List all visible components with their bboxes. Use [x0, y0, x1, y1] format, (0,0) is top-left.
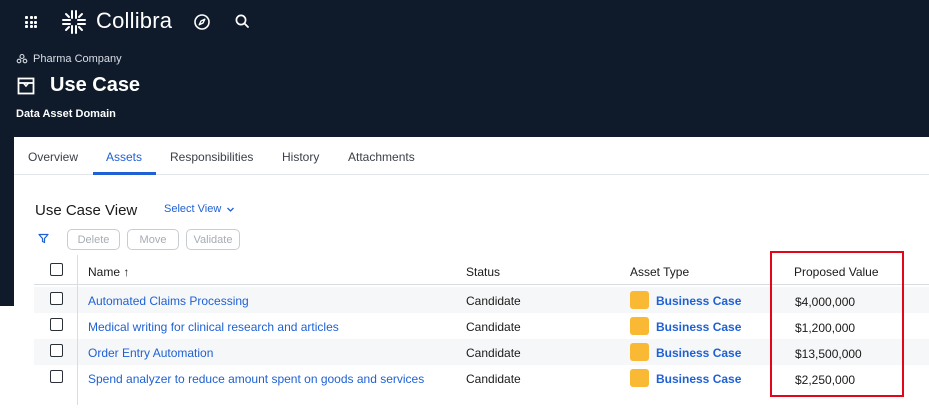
asset-status: Candidate: [466, 294, 521, 308]
compass-icon[interactable]: [193, 13, 211, 31]
breadcrumb[interactable]: Pharma Company: [16, 53, 122, 65]
business-case-icon: [630, 343, 649, 361]
row-checkbox[interactable]: [50, 370, 63, 383]
column-header-status[interactable]: Status: [466, 265, 500, 279]
search-icon[interactable]: [234, 13, 251, 30]
asset-status: Candidate: [466, 346, 521, 360]
proposed-value-highlight-box: [770, 251, 904, 397]
asset-type-link[interactable]: Business Case: [656, 320, 741, 334]
business-case-icon: [630, 291, 649, 309]
collibra-logo-icon[interactable]: [61, 9, 87, 35]
select-view-dropdown[interactable]: Select View: [164, 203, 235, 215]
column-header-asset-type[interactable]: Asset Type: [630, 265, 689, 279]
tab-responsibilities[interactable]: Responsibilities: [170, 150, 253, 164]
business-case-icon: [630, 317, 649, 335]
delete-button[interactable]: Delete: [67, 229, 120, 250]
asset-type-link[interactable]: Business Case: [656, 372, 741, 386]
move-button[interactable]: Move: [127, 229, 179, 250]
checkbox-column-divider: [77, 255, 78, 405]
asset-type-link[interactable]: Business Case: [656, 346, 741, 360]
tab-bar: Overview Assets Responsibilities History…: [14, 137, 929, 175]
tab-attachments[interactable]: Attachments: [348, 150, 415, 164]
asset-name-link[interactable]: Order Entry Automation: [88, 346, 213, 360]
asset-status: Candidate: [466, 320, 521, 334]
row-checkbox[interactable]: [50, 344, 63, 357]
active-tab-indicator: [93, 172, 156, 175]
tab-history[interactable]: History: [282, 150, 319, 164]
asset-name-link[interactable]: Spend analyzer to reduce amount spent on…: [88, 372, 424, 386]
asset-type-link[interactable]: Business Case: [656, 294, 741, 308]
business-case-icon: [630, 369, 649, 387]
apps-grid-icon[interactable]: [25, 16, 37, 28]
column-header-name[interactable]: Name ↑: [88, 265, 129, 279]
breadcrumb-community[interactable]: Pharma Company: [33, 53, 122, 65]
validate-button[interactable]: Validate: [186, 229, 240, 250]
asset-status: Candidate: [466, 372, 521, 386]
page-title: Use Case: [16, 74, 140, 97]
view-title: Use Case View: [35, 202, 138, 219]
tab-overview[interactable]: Overview: [28, 150, 78, 164]
tab-assets[interactable]: Assets: [106, 150, 142, 164]
domain-type-label: Data Asset Domain: [16, 108, 116, 120]
brand-name[interactable]: Collibra: [96, 8, 172, 34]
asset-name-link[interactable]: Medical writing for clinical research an…: [88, 320, 339, 334]
domain-icon: [17, 77, 35, 94]
asset-name-link[interactable]: Automated Claims Processing: [88, 294, 249, 308]
select-all-checkbox[interactable]: [50, 263, 63, 276]
filter-icon[interactable]: [38, 233, 49, 244]
chevron-down-icon: [227, 207, 235, 212]
community-icon: [16, 53, 28, 64]
row-checkbox[interactable]: [50, 318, 63, 331]
page-title-text: Use Case: [50, 74, 141, 96]
select-view-label: Select View: [164, 203, 222, 215]
row-checkbox[interactable]: [50, 292, 63, 305]
